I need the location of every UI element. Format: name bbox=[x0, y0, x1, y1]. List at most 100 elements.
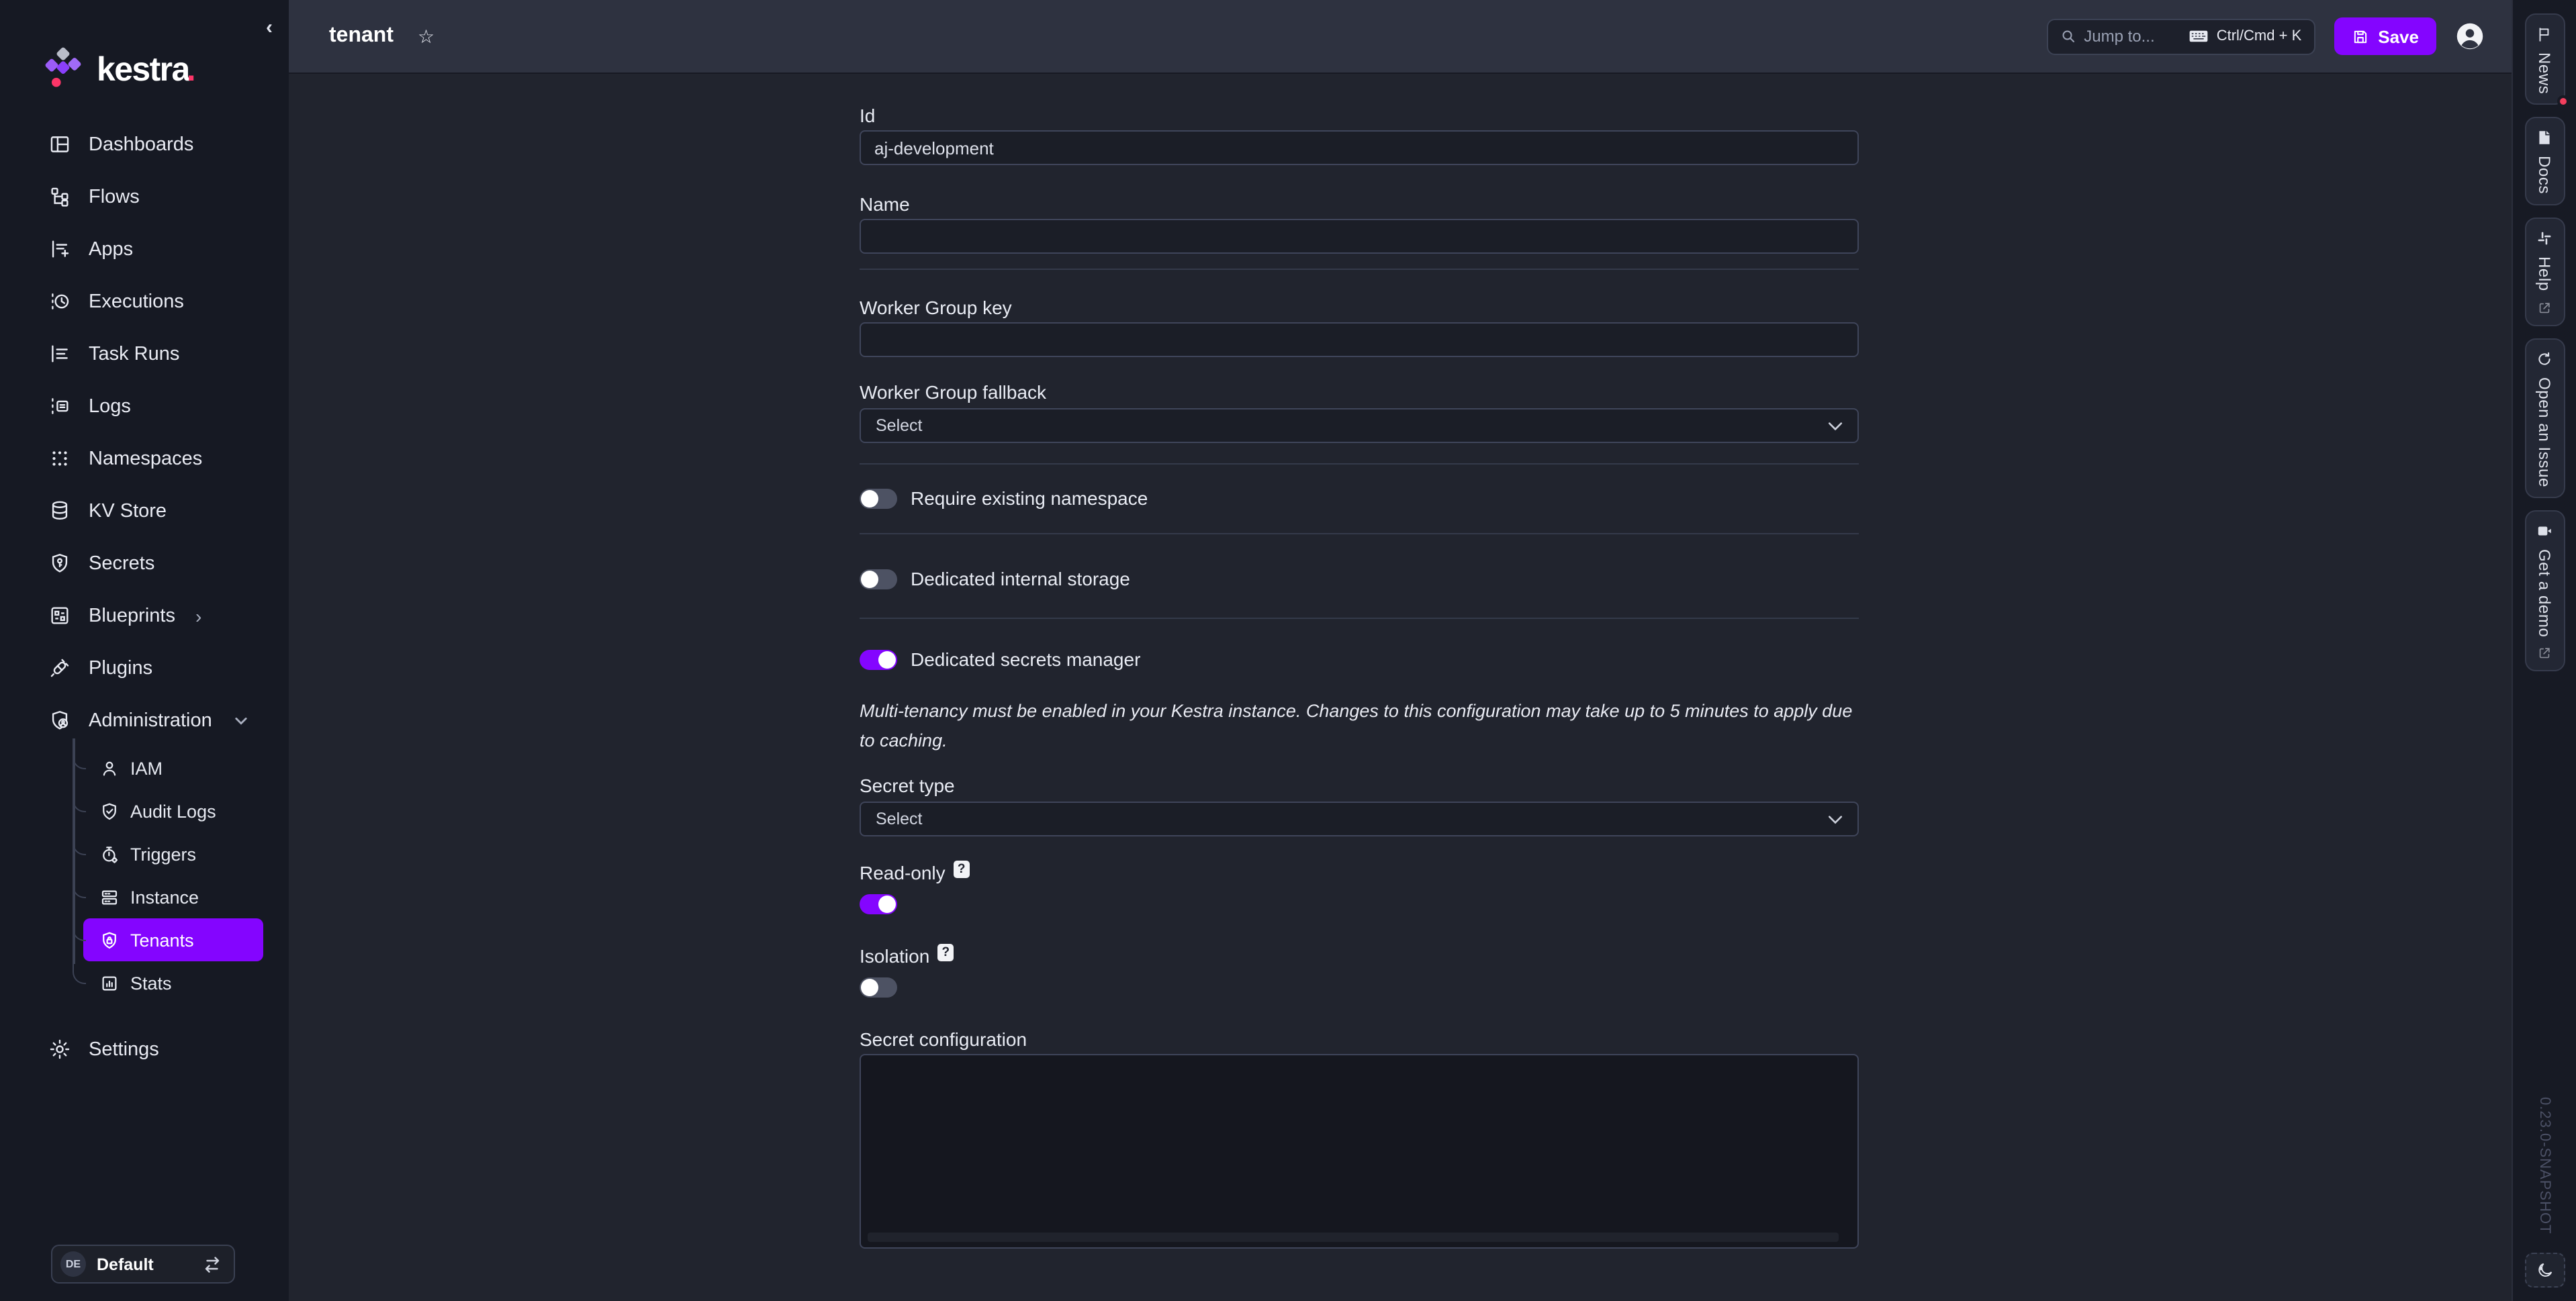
divider bbox=[860, 618, 1859, 619]
sidebar-item-secrets[interactable]: Secrets bbox=[0, 537, 289, 589]
sidebar-item-label: KV Store bbox=[89, 500, 167, 522]
chevron-down-icon bbox=[1828, 421, 1843, 430]
sidebar-item-label: IAM bbox=[130, 758, 163, 778]
secret-type-select[interactable]: Select bbox=[860, 802, 1859, 836]
sidebar-nav: Dashboards Flows Apps Executions Task Ru… bbox=[0, 118, 289, 1075]
shortcut-label: Ctrl/Cmd + K bbox=[2217, 28, 2302, 44]
sidebar-item-flows[interactable]: Flows bbox=[0, 171, 289, 223]
sidebar-item-plugins[interactable]: Plugins bbox=[0, 642, 289, 694]
require-existing-namespace-toggle[interactable] bbox=[860, 488, 897, 508]
sidebar-item-triggers[interactable]: Triggers bbox=[83, 832, 263, 875]
sidebar-item-logs[interactable]: Logs bbox=[0, 380, 289, 432]
demo-video-icon bbox=[2536, 522, 2553, 539]
tenant-form-page: Id Name Worker Group key Worker Group fa… bbox=[289, 74, 2512, 1301]
sidebar-item-label: Task Runs bbox=[89, 343, 179, 365]
flows-icon bbox=[48, 185, 71, 208]
right-rail: News Docs Help Open an Issue Get a demo … bbox=[2512, 0, 2576, 1301]
editor-scrollbar[interactable] bbox=[868, 1233, 1839, 1242]
sidebar-item-kv-store[interactable]: KV Store bbox=[0, 485, 289, 537]
sidebar-item-tenants[interactable]: Tenants bbox=[83, 918, 263, 961]
secret-configuration-label: Secret configuration bbox=[860, 1028, 1859, 1051]
read-only-label: Read-only ? bbox=[860, 862, 1859, 885]
save-icon bbox=[2351, 28, 2368, 45]
id-input[interactable] bbox=[860, 130, 1859, 165]
sidebar: ‹ kestra. Dashboards Flows Apps bbox=[0, 0, 289, 1301]
help-icon[interactable]: ? bbox=[937, 944, 954, 961]
dedicated-internal-storage-toggle[interactable] bbox=[860, 569, 897, 589]
divider bbox=[860, 463, 1859, 465]
sidebar-item-task-runs[interactable]: Task Runs bbox=[0, 328, 289, 380]
sidebar-item-label: Executions bbox=[89, 291, 184, 312]
isolation-toggle[interactable] bbox=[860, 977, 897, 998]
worker-group-fallback-select[interactable]: Select bbox=[860, 408, 1859, 443]
worker-group-key-input[interactable] bbox=[860, 322, 1859, 357]
kestra-app: ‹ kestra. Dashboards Flows Apps bbox=[0, 0, 2576, 1301]
sidebar-item-label: Secrets bbox=[89, 552, 154, 574]
sidebar-item-iam[interactable]: IAM bbox=[83, 746, 263, 789]
administration-subnav: IAM Audit Logs Triggers Instance Tenants bbox=[73, 746, 289, 1004]
sidebar-item-label: Namespaces bbox=[89, 448, 202, 469]
docs-button[interactable]: Docs bbox=[2524, 117, 2565, 205]
tenants-icon bbox=[99, 930, 120, 950]
tenant-avatar: DE bbox=[60, 1251, 86, 1277]
help-button[interactable]: Help bbox=[2524, 218, 2565, 326]
blueprints-icon bbox=[48, 604, 71, 627]
triggers-icon bbox=[99, 844, 120, 864]
save-button[interactable]: Save bbox=[2334, 17, 2436, 55]
sidebar-item-label: Dashboards bbox=[89, 134, 193, 155]
divider bbox=[860, 533, 1859, 534]
external-link-icon bbox=[2537, 646, 2552, 661]
divider bbox=[860, 269, 1859, 270]
slack-icon bbox=[2536, 230, 2553, 247]
help-icon[interactable]: ? bbox=[954, 861, 970, 878]
iam-icon bbox=[99, 758, 120, 778]
id-label: Id bbox=[860, 105, 1859, 128]
require-existing-namespace-row: Require existing namespace bbox=[860, 487, 1859, 509]
name-input[interactable] bbox=[860, 219, 1859, 254]
sidebar-item-label: Stats bbox=[130, 973, 172, 993]
settings-gear-icon bbox=[48, 1038, 71, 1061]
sidebar-item-administration[interactable]: Administration bbox=[0, 694, 289, 746]
logs-icon bbox=[48, 395, 71, 418]
namespaces-icon bbox=[48, 447, 71, 470]
sidebar-item-instance[interactable]: Instance bbox=[83, 875, 263, 918]
switch-tenant-icon bbox=[203, 1256, 222, 1272]
user-avatar-icon[interactable] bbox=[2455, 21, 2485, 51]
sidebar-item-settings[interactable]: Settings bbox=[0, 1023, 289, 1075]
sidebar-item-label: Logs bbox=[89, 395, 131, 417]
open-an-issue-button[interactable]: Open an Issue bbox=[2524, 338, 2565, 497]
sidebar-collapse-icon[interactable]: ‹ bbox=[266, 17, 273, 38]
get-a-demo-button[interactable]: Get a demo bbox=[2524, 510, 2565, 671]
sidebar-item-executions[interactable]: Executions bbox=[0, 275, 289, 328]
jump-to-search[interactable]: Jump to... Ctrl/Cmd + K bbox=[2046, 18, 2315, 54]
sidebar-item-label: Plugins bbox=[89, 657, 152, 679]
sidebar-item-blueprints[interactable]: Blueprints › bbox=[0, 589, 289, 642]
read-only-toggle[interactable] bbox=[860, 894, 897, 914]
apps-icon bbox=[48, 238, 71, 260]
secret-configuration-editor[interactable] bbox=[860, 1054, 1859, 1249]
chevron-down-icon bbox=[1828, 814, 1843, 824]
dedicated-internal-storage-row: Dedicated internal storage bbox=[860, 568, 1859, 589]
chevron-right-icon: › bbox=[195, 605, 201, 626]
name-label: Name bbox=[860, 193, 1859, 216]
sidebar-item-apps[interactable]: Apps bbox=[0, 223, 289, 275]
theme-toggle-button[interactable] bbox=[2524, 1253, 2565, 1288]
version-label: 0.23.0-SNAPSHOT bbox=[2536, 1096, 2552, 1234]
news-button[interactable]: News bbox=[2524, 13, 2565, 105]
sidebar-item-namespaces[interactable]: Namespaces bbox=[0, 432, 289, 485]
sidebar-item-audit-logs[interactable]: Audit Logs bbox=[83, 789, 263, 832]
sidebar-item-stats[interactable]: Stats bbox=[83, 961, 263, 1004]
worker-group-fallback-label: Worker Group fallback bbox=[860, 381, 1859, 404]
kestra-logo-icon bbox=[40, 46, 86, 94]
sidebar-item-label: Settings bbox=[89, 1039, 159, 1060]
instance-icon bbox=[99, 887, 120, 907]
sidebar-item-dashboards[interactable]: Dashboards bbox=[0, 118, 289, 171]
topbar: tenant ☆ Jump to... Ctrl/Cmd + K Save bbox=[289, 0, 2512, 74]
tenant-switcher[interactable]: DE Default bbox=[51, 1245, 235, 1284]
sidebar-item-label: Triggers bbox=[130, 844, 196, 864]
audit-logs-icon bbox=[99, 801, 120, 821]
dedicated-secrets-manager-toggle[interactable] bbox=[860, 649, 897, 669]
stats-icon bbox=[99, 973, 120, 993]
kestra-logo[interactable]: kestra. bbox=[40, 46, 289, 94]
favorite-star-icon[interactable]: ☆ bbox=[418, 25, 434, 48]
